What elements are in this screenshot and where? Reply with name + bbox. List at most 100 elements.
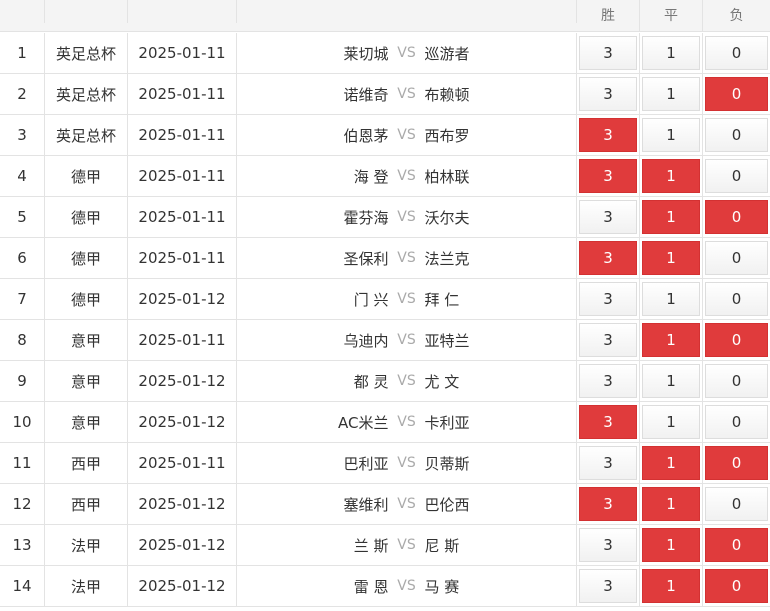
header-vs: VS xyxy=(389,0,425,1)
match-date: 2025-01-12 xyxy=(128,484,237,524)
away-team: 拜 仁 xyxy=(424,290,460,309)
match-index: 7 xyxy=(0,279,45,319)
win-cell: 3 xyxy=(577,443,640,483)
home-team: 门 兴 xyxy=(353,290,389,309)
loss-option[interactable]: 0 xyxy=(705,36,768,70)
match-date: 2025-01-12 xyxy=(128,566,237,606)
loss-cell: 0 xyxy=(703,156,770,196)
draw-option[interactable]: 1 xyxy=(642,569,700,603)
loss-option[interactable]: 0 xyxy=(705,487,768,521)
draw-option[interactable]: 1 xyxy=(642,487,700,521)
win-option[interactable]: 3 xyxy=(579,118,637,152)
loss-option[interactable]: 0 xyxy=(705,200,768,234)
match-teams: 圣保利 VS 法兰克 xyxy=(237,238,577,278)
away-team: 沃尔夫 xyxy=(424,208,470,227)
win-cell: 3 xyxy=(577,156,640,196)
table-row: 9 意甲 2025-01-12 都 灵 VS 尤 文 310 xyxy=(0,361,770,402)
draw-option[interactable]: 1 xyxy=(642,446,700,480)
draw-option[interactable]: 1 xyxy=(642,118,700,152)
match-date: 2025-01-11 xyxy=(128,238,237,278)
loss-cell: 0 xyxy=(703,197,770,237)
win-option[interactable]: 3 xyxy=(579,241,637,275)
draw-option[interactable]: 1 xyxy=(642,528,700,562)
league-name: 西甲 xyxy=(45,484,128,524)
loss-cell: 0 xyxy=(703,238,770,278)
win-option[interactable]: 3 xyxy=(579,323,637,357)
match-teams: AC米兰 VS 卡利亚 xyxy=(237,402,577,442)
match-teams: 伯恩茅 VS 西布罗 xyxy=(237,115,577,155)
loss-cell: 0 xyxy=(703,484,770,524)
away-team: 亚特兰 xyxy=(424,331,470,350)
match-teams: 莱切城 VS 巡游者 xyxy=(237,33,577,73)
win-cell: 3 xyxy=(577,238,640,278)
match-date: 2025-01-12 xyxy=(128,279,237,319)
loss-option[interactable]: 0 xyxy=(705,528,768,562)
win-cell: 3 xyxy=(577,279,640,319)
win-cell: 3 xyxy=(577,33,640,73)
match-index: 11 xyxy=(0,443,45,483)
vs-label: VS xyxy=(397,332,416,348)
draw-cell: 1 xyxy=(640,443,703,483)
win-option[interactable]: 3 xyxy=(579,200,637,234)
win-option[interactable]: 3 xyxy=(579,364,637,398)
loss-option[interactable]: 0 xyxy=(705,241,768,275)
win-option[interactable]: 3 xyxy=(579,405,637,439)
draw-cell: 1 xyxy=(640,402,703,442)
loss-cell: 0 xyxy=(703,402,770,442)
loss-option[interactable]: 0 xyxy=(705,569,768,603)
win-option[interactable]: 3 xyxy=(579,446,637,480)
draw-option[interactable]: 1 xyxy=(642,200,700,234)
match-table: 场次 联赛 开赛日期 主队 VS 客队 胜 平 负 1英足总杯2025-01-1… xyxy=(0,0,770,611)
loss-cell: 0 xyxy=(703,33,770,73)
loss-option[interactable]: 0 xyxy=(705,159,768,193)
table-row: 8 意甲 2025-01-11 乌迪内 VS 亚特兰 3 1 0 xyxy=(0,320,770,361)
match-date: 2025-01-12 xyxy=(128,402,237,442)
loss-cell: 0 xyxy=(703,525,770,565)
win-option[interactable]: 3 xyxy=(579,36,637,70)
loss-cell: 0 xyxy=(703,320,770,360)
draw-option[interactable]: 1 xyxy=(642,77,700,111)
table-row: 6 德甲 2025-01-11 圣保利 VS 法兰克 3 1 0 xyxy=(0,238,770,279)
match-index: 1 xyxy=(0,33,45,73)
loss-option[interactable]: 0 xyxy=(705,446,768,480)
draw-option[interactable]: 1 xyxy=(642,323,700,357)
win-option[interactable]: 3 xyxy=(579,528,637,562)
away-team: 法兰克 xyxy=(424,249,470,268)
loss-option[interactable]: 0 xyxy=(705,118,768,152)
match-date: 2025-01-11 xyxy=(128,197,237,237)
table-row: 7 德甲 2025-01-12 门 兴 VS 拜 仁 310 xyxy=(0,279,770,320)
draw-option[interactable]: 1 xyxy=(642,282,700,316)
loss-option[interactable]: 0 xyxy=(705,323,768,357)
match-date: 2025-01-12 xyxy=(128,361,237,401)
match-date: 2025-01-12 xyxy=(128,525,237,565)
league-name: 意甲 xyxy=(45,361,128,401)
draw-option[interactable]: 1 xyxy=(642,364,700,398)
win-option[interactable]: 3 xyxy=(579,77,637,111)
loss-option[interactable]: 0 xyxy=(705,364,768,398)
draw-option[interactable]: 1 xyxy=(642,405,700,439)
loss-option[interactable]: 0 xyxy=(705,405,768,439)
win-option[interactable]: 3 xyxy=(579,569,637,603)
loss-option[interactable]: 0 xyxy=(705,282,768,316)
away-team: 西布罗 xyxy=(424,126,470,145)
loss-cell: 0 xyxy=(703,566,770,606)
home-team: 伯恩茅 xyxy=(343,126,389,145)
draw-option[interactable]: 1 xyxy=(642,159,700,193)
vs-label: VS xyxy=(397,373,416,389)
match-index: 6 xyxy=(0,238,45,278)
win-option[interactable]: 3 xyxy=(579,282,637,316)
league-name: 德甲 xyxy=(45,197,128,237)
table-row: 4 德甲 2025-01-11 海 登 VS 柏林联 3 1 0 xyxy=(0,156,770,197)
away-team: 柏林联 xyxy=(424,167,470,186)
win-option[interactable]: 3 xyxy=(579,487,637,521)
win-option[interactable]: 3 xyxy=(579,159,637,193)
draw-cell: 1 xyxy=(640,525,703,565)
vs-label: VS xyxy=(397,496,416,512)
match-teams: 都 灵 VS 尤 文 xyxy=(237,361,577,401)
loss-option[interactable]: 0 xyxy=(705,77,768,111)
draw-option[interactable]: 1 xyxy=(642,241,700,275)
vs-label: VS xyxy=(397,578,416,594)
draw-option[interactable]: 1 xyxy=(642,36,700,70)
table-row: 11 西甲 2025-01-11 巴利亚 VS 贝蒂斯 3 1 0 xyxy=(0,443,770,484)
win-cell: 3 xyxy=(577,197,640,237)
